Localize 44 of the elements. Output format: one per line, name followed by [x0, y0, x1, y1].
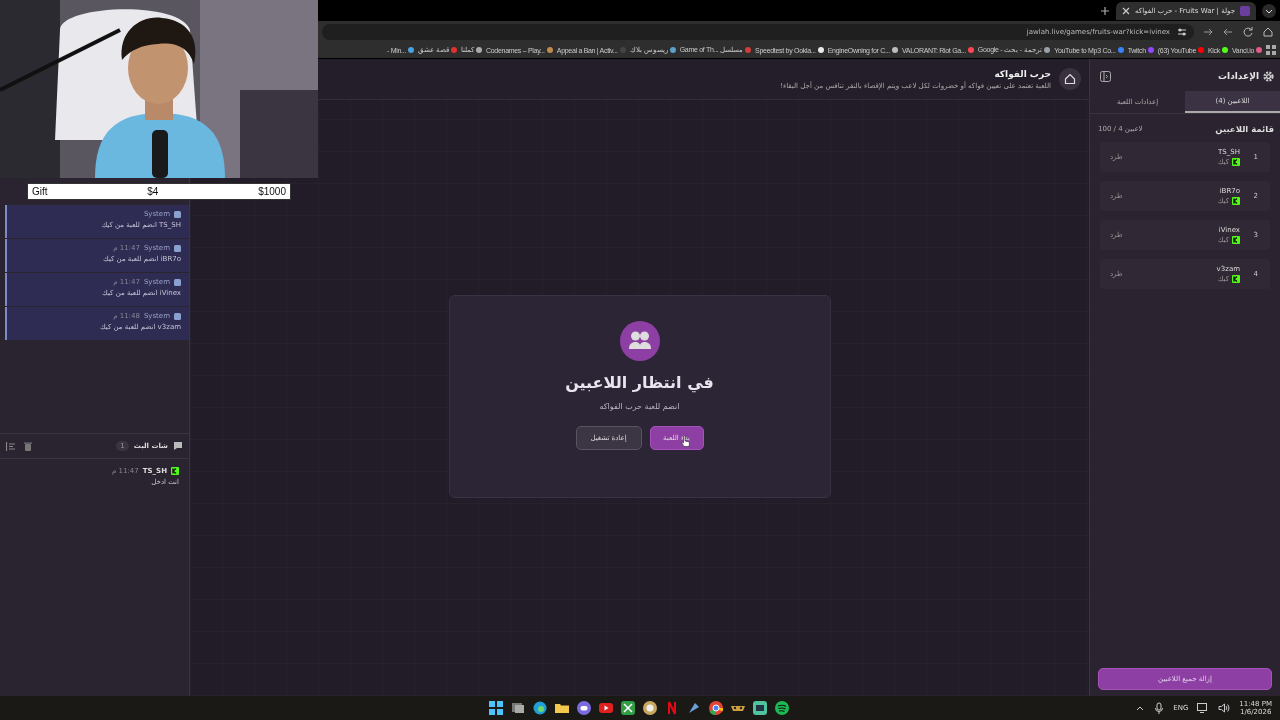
close-icon[interactable] [1122, 6, 1131, 15]
apps-icon[interactable] [1266, 45, 1276, 55]
bot-icon [174, 278, 181, 286]
home-icon[interactable] [1059, 68, 1081, 90]
reload-icon[interactable] [1242, 25, 1254, 38]
network-icon[interactable] [1197, 703, 1210, 713]
kick-icon [1232, 158, 1240, 166]
microphone-icon[interactable] [1154, 702, 1165, 714]
waiting-subtitle: انضم للعبة حرب الفواكه [599, 401, 680, 411]
sidebar-title: الإعدادات [1218, 71, 1259, 81]
windows-icon[interactable] [488, 700, 504, 716]
new-tab-icon[interactable] [1100, 5, 1111, 16]
kick-icon [1232, 197, 1240, 205]
speaker-icon[interactable] [1218, 703, 1231, 713]
gift-label: Gift [32, 186, 48, 197]
users-icon [619, 320, 660, 361]
bot-icon [174, 312, 181, 320]
task-view-icon[interactable] [510, 700, 526, 716]
home-icon[interactable] [1262, 25, 1274, 38]
browser-icon[interactable] [532, 700, 548, 716]
chat-app-icon[interactable] [576, 700, 592, 716]
bot-icon [174, 210, 181, 218]
gift-amount: $4 [147, 186, 159, 197]
dropdown-icon[interactable] [1262, 3, 1276, 18]
gift-goal: $1000 [258, 186, 286, 197]
bot-icon [174, 244, 181, 252]
play-icon[interactable] [598, 700, 614, 716]
settings-icon [1263, 70, 1274, 82]
music-icon[interactable] [774, 700, 790, 716]
chrome-icon[interactable] [708, 700, 724, 716]
site-icon [1240, 5, 1250, 16]
collapse-icon[interactable] [1100, 70, 1111, 82]
list-title: قائمة اللاعبين [1215, 124, 1274, 134]
waiting-title: في انتظار اللاعبين [565, 372, 714, 392]
trash-icon[interactable] [24, 441, 32, 451]
terminal-icon[interactable] [752, 700, 768, 716]
page-title: حرب الفواكه [993, 68, 1051, 79]
game-icon[interactable] [620, 700, 636, 716]
kick-icon [171, 467, 179, 475]
kick-icon [1232, 236, 1240, 244]
kick-icon [1232, 275, 1240, 283]
app-icon[interactable] [642, 700, 658, 716]
chat-icon [173, 441, 183, 451]
panel-icon[interactable] [6, 441, 15, 451]
